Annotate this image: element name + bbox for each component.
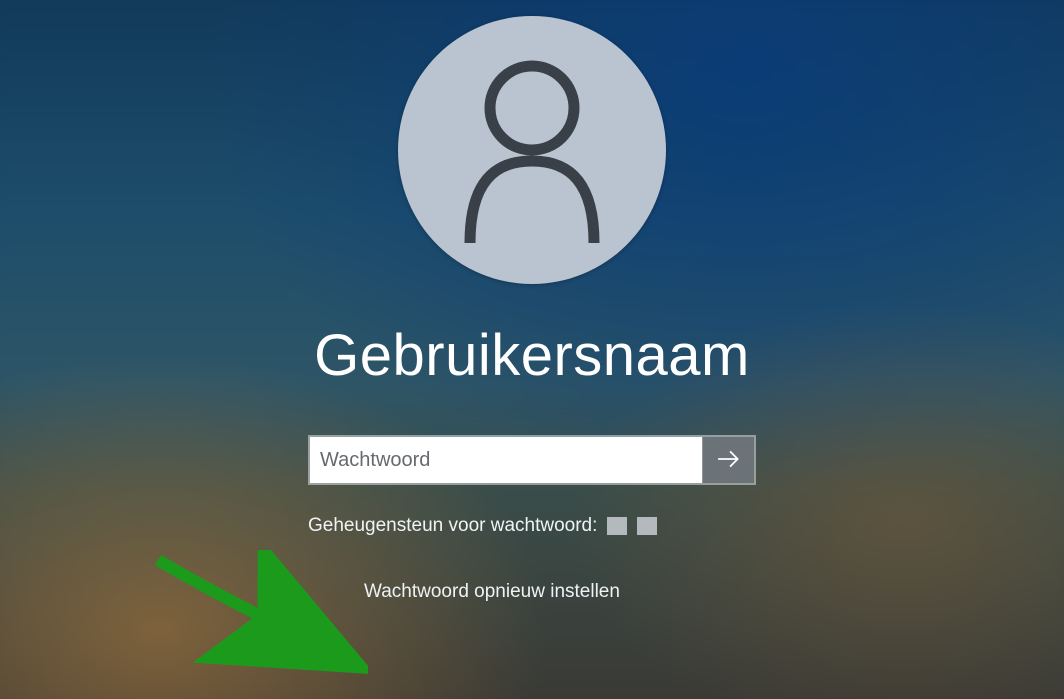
arrow-right-icon — [716, 446, 742, 475]
password-hint-label: Geheugensteun voor wachtwoord: — [308, 515, 597, 537]
user-avatar — [398, 16, 666, 284]
password-hint-row: Geheugensteun voor wachtwoord: — [308, 515, 756, 537]
hint-redaction-box — [637, 517, 657, 535]
password-input[interactable] — [310, 437, 702, 483]
reset-password-link[interactable]: Wachtwoord opnieuw instellen — [308, 581, 756, 603]
hint-redaction-box — [607, 517, 627, 535]
username-label: Gebruikersnaam — [314, 322, 750, 389]
password-hint-value — [607, 517, 657, 535]
submit-button[interactable] — [702, 437, 754, 483]
person-icon — [452, 53, 612, 248]
login-panel: Gebruikersnaam Geheugensteun voor wachtw… — [0, 0, 1064, 603]
password-row — [308, 435, 756, 485]
